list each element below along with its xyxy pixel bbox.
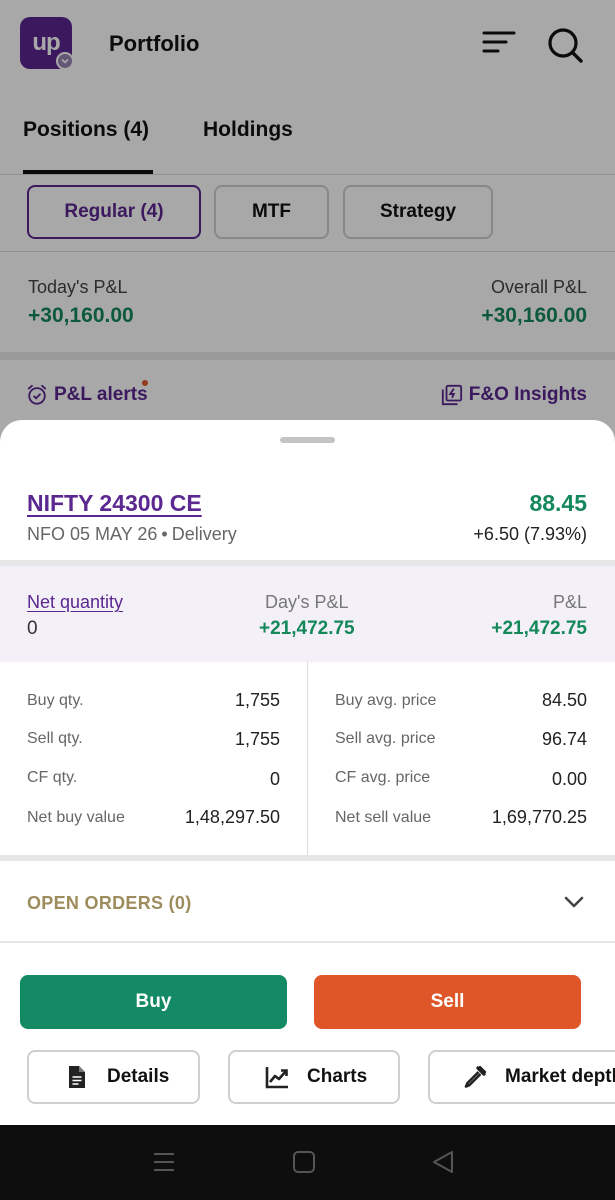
buy-button[interactable]: Buy bbox=[20, 975, 287, 1029]
cf-qty-label: CF qty. bbox=[27, 769, 78, 786]
open-orders-label: OPEN ORDERS (0) bbox=[27, 893, 192, 913]
instrument-meta: NFO 05 MAY 26 • Delivery bbox=[27, 524, 237, 544]
buy-qty-label: Buy qty. bbox=[27, 692, 84, 709]
dropper-icon bbox=[464, 1065, 487, 1088]
sell-button[interactable]: Sell bbox=[314, 975, 581, 1029]
net-quantity-label[interactable]: Net quantity bbox=[27, 592, 123, 613]
column-divider bbox=[307, 662, 308, 855]
details-label: Details bbox=[107, 1066, 170, 1087]
back-icon[interactable] bbox=[432, 1150, 456, 1174]
net-quantity-value: 0 bbox=[27, 618, 38, 639]
system-navigation-bar bbox=[0, 1125, 615, 1200]
sell-qty-value: 1,755 bbox=[234, 729, 280, 749]
last-traded-price: 88.45 bbox=[529, 490, 587, 516]
open-orders-accordion[interactable]: OPEN ORDERS (0) bbox=[0, 861, 615, 943]
pnl-label: P&L bbox=[552, 592, 587, 612]
net-sell-value: 1,69,770.25 bbox=[491, 807, 587, 827]
instrument-header: NIFTY 24300 CE NFO 05 MAY 26 • Delivery 88… bbox=[0, 470, 615, 560]
net-buy-value-label: Net buy value bbox=[27, 809, 125, 826]
details-button[interactable]: Details bbox=[27, 1050, 200, 1104]
position-bottom-sheet: NIFTY 24300 CE NFO 05 MAY 26 • Delivery 88… bbox=[0, 420, 615, 1125]
charts-label: Charts bbox=[307, 1066, 368, 1087]
pnl-value: +21,472.75 bbox=[491, 618, 587, 639]
sheet-drag-handle[interactable] bbox=[280, 437, 335, 443]
home-icon[interactable] bbox=[292, 1150, 316, 1174]
sell-avg-price-value: 96.74 bbox=[541, 729, 587, 749]
day-pnl-label: Day's P&L bbox=[265, 592, 349, 612]
chart-icon bbox=[265, 1067, 288, 1089]
buy-avg-price-label: Buy avg. price bbox=[335, 692, 437, 709]
sell-avg-price-label: Sell avg. price bbox=[335, 730, 436, 747]
cf-qty-value: 0 bbox=[269, 769, 280, 789]
position-summary: Net quantity 0 Day's P&L +21,472.75 P&L … bbox=[0, 566, 615, 662]
buy-avg-price-value: 84.50 bbox=[541, 690, 587, 710]
net-buy-value: 1,48,297.50 bbox=[184, 807, 280, 827]
cf-avg-price-value: 0.00 bbox=[551, 769, 587, 789]
product-type: Delivery bbox=[171, 524, 237, 544]
market-depth-label: Market depth bbox=[505, 1066, 615, 1087]
buy-qty-value: 1,755 bbox=[234, 690, 280, 710]
charts-button[interactable]: Charts bbox=[228, 1050, 400, 1104]
expiry: 05 MAY 26 bbox=[70, 524, 158, 544]
net-sell-value-label: Net sell value bbox=[335, 809, 432, 826]
price-change: +6.50 (7.93%) bbox=[473, 524, 587, 544]
chevron-down-icon[interactable] bbox=[563, 891, 585, 913]
position-details: Buy qty. 1,755 Sell qty. 1,755 CF qty. 0… bbox=[0, 662, 615, 855]
sell-qty-label: Sell qty. bbox=[27, 730, 83, 747]
cf-avg-price-label: CF avg. price bbox=[335, 769, 431, 786]
day-pnl-value: +21,472.75 bbox=[259, 618, 355, 639]
market-depth-button[interactable]: Market depth bbox=[428, 1050, 615, 1104]
instrument-name-link[interactable]: NIFTY 24300 CE bbox=[27, 490, 202, 517]
exchange: NFO bbox=[27, 524, 65, 544]
menu-icon[interactable] bbox=[152, 1150, 176, 1174]
document-icon bbox=[69, 1066, 85, 1088]
